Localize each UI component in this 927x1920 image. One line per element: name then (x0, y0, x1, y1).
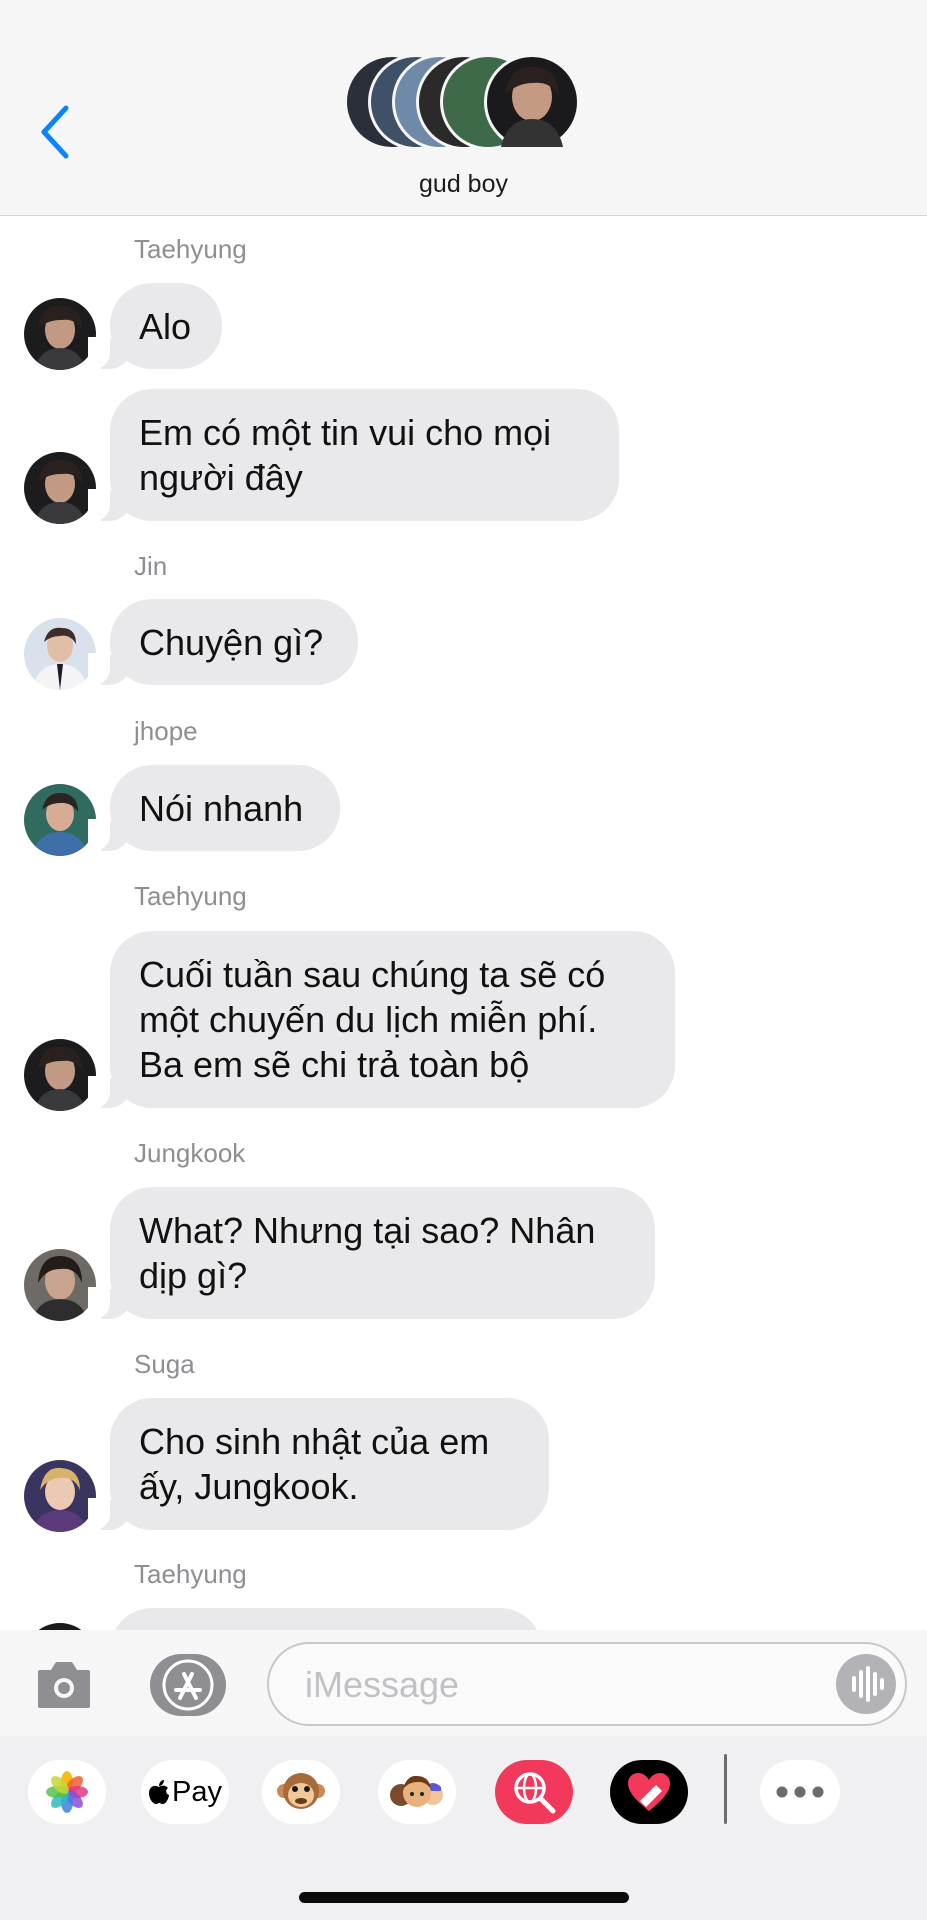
message-text: Alo (139, 305, 192, 347)
waveform-icon (852, 1666, 884, 1702)
voice-message-button[interactable] (836, 1654, 896, 1714)
group-name[interactable]: gud boy (0, 170, 927, 199)
message-text: Cho sinh nhật của em ấy, Jungkook. (139, 1421, 490, 1507)
app-store-icon (162, 1659, 214, 1711)
avatar-taehyung[interactable] (24, 298, 96, 370)
message-bubble[interactable]: Nói nhanh (88, 765, 340, 851)
message-text: Nói nhanh (139, 787, 304, 829)
avatar-taehyung[interactable] (24, 452, 96, 524)
message-list: Taehyung Alo Em có một tin vui cho mọi n… (0, 216, 927, 1630)
avatar-jungkook[interactable] (24, 1249, 96, 1321)
group-avatar-stack[interactable] (344, 54, 584, 154)
compose-bar: iMessage (0, 1630, 927, 1736)
sender-name: Jin (134, 551, 168, 581)
globe-search-icon (514, 1772, 556, 1814)
avatar-jhope[interactable] (24, 784, 96, 856)
back-chevron-icon[interactable] (34, 100, 84, 164)
message-placeholder: iMessage (305, 1664, 460, 1705)
memoji-button[interactable] (378, 1760, 456, 1824)
more-icon (776, 1786, 824, 1798)
message-input[interactable]: iMessage (267, 1642, 907, 1726)
camera-icon[interactable] (36, 1660, 92, 1710)
message-bubble[interactable]: Alo (88, 283, 222, 369)
digital-touch-button[interactable] (610, 1760, 688, 1824)
sender-name: Taehyung (134, 881, 247, 911)
apple-logo-icon (149, 1780, 169, 1804)
avatar-suga[interactable] (24, 1460, 96, 1532)
message-bubble[interactable]: Em có một tin vui cho mọi người đây (88, 389, 619, 521)
member-avatar (484, 54, 580, 150)
message-bubble[interactable]: Cuối tuần sau chúng ta sẽ có một chuyến … (88, 931, 675, 1108)
drawer-divider (724, 1754, 727, 1824)
avatar-jin[interactable] (24, 618, 96, 690)
sender-name: Taehyung (134, 234, 247, 264)
imessage-app-drawer: Pay (0, 1736, 927, 1920)
message-bubble[interactable]: Chuyện gì? (88, 599, 358, 685)
more-apps-button[interactable] (760, 1760, 840, 1824)
conversation-header: gud boy (0, 0, 927, 216)
apple-pay-button[interactable]: Pay (141, 1760, 229, 1824)
home-indicator[interactable] (299, 1892, 629, 1903)
message-bubble[interactable]: What? Nhưng tại sao? Nhân dịp gì? (88, 1187, 655, 1319)
message-text: Em có một tin vui cho mọi người đây (139, 412, 552, 498)
message-bubble[interactable] (110, 1608, 542, 1630)
photos-icon (46, 1771, 88, 1813)
photos-app-button[interactable] (28, 1760, 106, 1824)
sender-name: jhope (134, 716, 198, 746)
heart-icon (628, 1773, 670, 1811)
sender-name: Jungkook (134, 1138, 246, 1168)
message-text: Cuối tuần sau chúng ta sẽ có một chuyến … (139, 954, 606, 1085)
animoji-button[interactable] (262, 1760, 340, 1824)
message-text: What? Nhưng tại sao? Nhân dịp gì? (139, 1210, 596, 1296)
web-search-button[interactable] (495, 1760, 573, 1824)
app-store-button[interactable] (150, 1654, 226, 1716)
message-text: Chuyện gì? (139, 621, 324, 663)
sender-name: Suga (134, 1349, 195, 1379)
sender-name: Taehyung (134, 1559, 247, 1589)
memoji-icon (390, 1775, 443, 1807)
message-bubble[interactable]: Cho sinh nhật của em ấy, Jungkook. (88, 1398, 549, 1530)
apple-pay-label: Pay (172, 1775, 222, 1808)
avatar-taehyung[interactable] (24, 1039, 96, 1111)
monkey-icon (277, 1773, 325, 1809)
avatar-taehyung[interactable] (24, 1623, 96, 1630)
